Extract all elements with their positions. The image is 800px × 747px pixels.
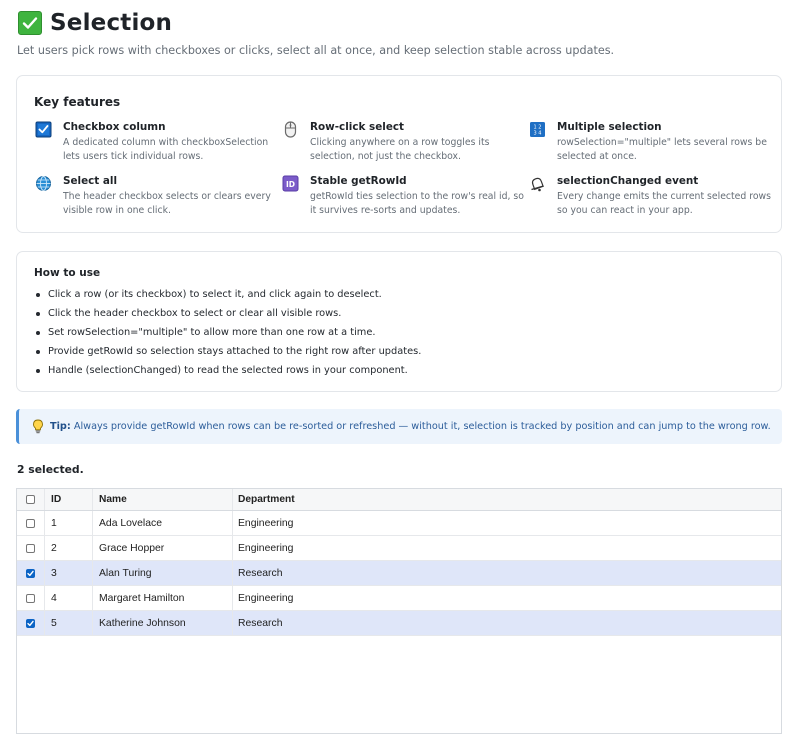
key-features-card: Key features Checkbox column A dedicated… [16,75,782,233]
globe-icon [35,175,52,192]
feature-description: Every change emits the current selected … [557,191,772,216]
table-row[interactable]: 2 Grace Hopper Engineering [17,536,781,561]
page-subtitle: Let users pick rows with checkboxes or c… [17,44,615,57]
cell-name: Margaret Hamilton [93,586,233,610]
column-header-department[interactable]: Department [233,489,393,510]
row-checkbox-cell [17,511,45,535]
feature-title: Multiple selection [557,121,662,133]
table-row[interactable]: 3 Alan Turing Research [17,561,781,586]
feature-description: A dedicated column with checkboxSelectio… [63,137,269,162]
cell-department: Engineering [238,517,294,529]
data-grid: ID Name Department 1 Ada Lovelace Engineer… [16,488,782,734]
how-to-step: Click a row (or its checkbox) to select … [35,288,421,307]
feature-title: Stable getRowId [310,175,407,187]
feature-description: rowSelection="multiple" lets several row… [557,137,767,162]
header-checkbox-cell [17,489,45,510]
selection-status: 2 selected. [17,463,84,476]
how-to-step: Set rowSelection="multiple" to allow mor… [35,326,421,345]
column-header-id[interactable]: ID [45,489,93,510]
feature-title: Select all [63,175,118,187]
feature-title: Checkbox column [63,121,166,133]
cell-id: 2 [45,536,93,560]
bell-icon [529,175,546,192]
svg-text:3 4: 3 4 [534,130,542,136]
tip-label: Tip: [50,421,71,432]
cell-department: Engineering [238,542,294,554]
table-row[interactable]: 4 Margaret Hamilton Engineering [17,586,781,611]
cell-id: 1 [45,511,93,535]
page-header: Selection [18,10,172,36]
how-to-step: Provide getRowId so selection stays atta… [35,345,421,364]
cell-id: 4 [45,586,93,610]
column-header-name[interactable]: Name [93,489,233,510]
select-all-checkbox[interactable] [26,495,35,504]
page-title: Selection [50,10,173,36]
row-checkbox-cell [17,586,45,610]
tip-message: Always provide getRowId when rows can be… [73,421,771,432]
row-checkbox-cell [17,611,45,635]
row-checkbox-cell [17,561,45,585]
feature-description: getRowId ties selection to the row's rea… [310,191,524,216]
cell-name: Alan Turing [93,561,233,585]
how-to-step: Click the header checkbox to select or c… [35,307,421,326]
mouse-icon [282,121,299,138]
cell-department: Engineering [238,592,294,604]
cell-id: 3 [45,561,93,585]
how-to-step: Handle (selectionChanged) to read the se… [35,364,421,383]
numbers-icon: 1 23 4 [529,121,546,138]
row-checkbox[interactable] [26,543,35,553]
feature-description: Clicking anywhere on a row toggles its s… [310,137,490,162]
cell-name: Ada Lovelace [93,511,233,535]
how-to-use-list: Click a row (or its checkbox) to select … [35,288,421,383]
cell-department: Research [238,567,283,579]
feature-title: Row-click select [310,121,404,133]
id-icon: ID [282,175,299,192]
cell-name: Grace Hopper [93,536,233,560]
tip-banner: Tip: Always provide getRowId when rows c… [16,409,782,444]
how-to-use-heading: How to use [34,267,101,279]
key-features-heading: Key features [34,95,121,109]
selection-page: Selection Let users pick rows with check… [0,0,800,747]
cell-department: Research [238,617,283,629]
how-to-use-card: How to use Click a row (or its checkbox)… [16,251,782,392]
row-checkbox[interactable] [26,618,35,628]
table-row[interactable]: 1 Ada Lovelace Engineering [17,511,781,536]
row-checkbox[interactable] [26,568,35,578]
feature-title: selectionChanged event [557,175,699,187]
lightbulb-icon [32,419,44,438]
check-mark-icon [18,11,42,35]
row-checkbox-cell [17,536,45,560]
svg-text:ID: ID [286,180,295,189]
row-checkbox[interactable] [26,593,35,603]
table-row[interactable]: 5 Katherine Johnson Research [17,611,781,636]
tip-text: Tip: Always provide getRowId when rows c… [50,421,771,432]
cell-id: 5 [45,611,93,635]
row-checkbox[interactable] [26,518,35,528]
cell-name: Katherine Johnson [93,611,233,635]
grid-header-row: ID Name Department [17,489,781,511]
checkbox-icon [35,121,52,138]
feature-description: The header checkbox selects or clears ev… [63,191,271,216]
